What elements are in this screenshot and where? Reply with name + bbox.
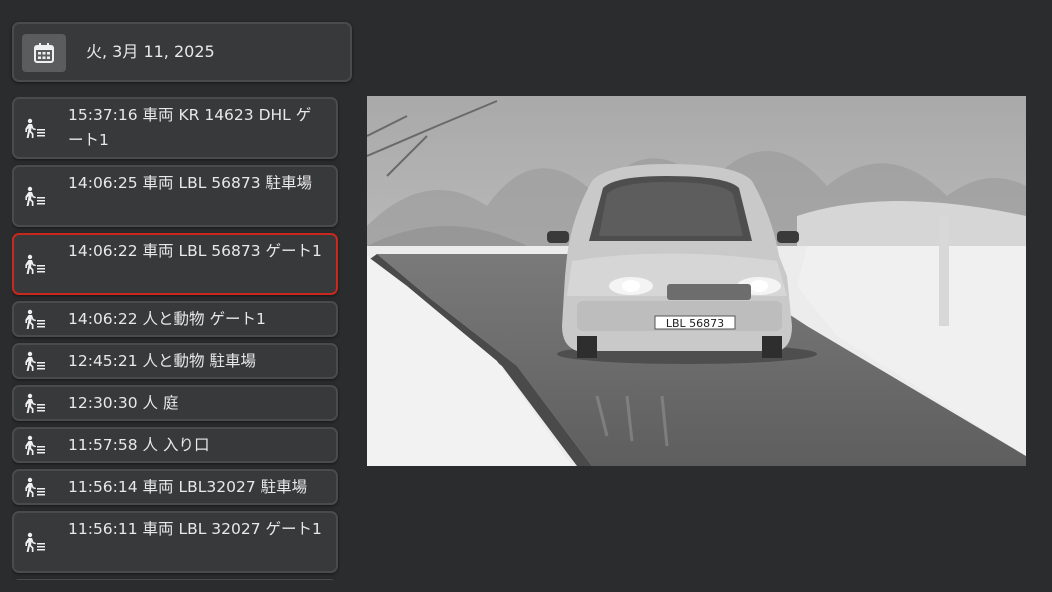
event-list[interactable]: 15:37:16 車両 KR 14623 DHL ゲート1 14:06:25 車… — [12, 97, 340, 580]
event-item-7[interactable]: 11:57:58 人 入り口 — [12, 427, 338, 463]
event-item-5[interactable]: 12:45:21 人と動物 駐車場 — [12, 343, 338, 379]
event-label: 11:56:11 車両 LBL 32027 ゲート1 — [68, 520, 322, 538]
person-motion-icon — [25, 351, 45, 371]
event-label: 14:06:22 人と動物 ゲート1 — [68, 310, 266, 328]
event-item-10-partial[interactable] — [12, 579, 338, 580]
event-label: 14:06:22 車両 LBL 56873 ゲート1 — [68, 242, 322, 260]
calendar-button[interactable] — [22, 34, 66, 72]
event-label: 11:57:58 人 入り口 — [68, 436, 210, 454]
person-motion-icon — [25, 532, 45, 552]
calendar-icon — [34, 43, 54, 63]
event-label: 12:45:21 人と動物 駐車場 — [68, 352, 256, 370]
selected-date: 火, 3月 11, 2025 — [86, 42, 215, 61]
event-snapshot-image: LBL 56873 — [367, 96, 1026, 466]
event-item-2[interactable]: 14:06:25 車両 LBL 56873 駐車場 — [12, 165, 338, 227]
event-label: 15:37:16 車両 KR 14623 DHL ゲート1 — [68, 106, 312, 149]
event-item-9[interactable]: 11:56:11 車両 LBL 32027 ゲート1 — [12, 511, 338, 573]
event-item-3-selected[interactable]: 14:06:22 車両 LBL 56873 ゲート1 — [12, 233, 338, 295]
person-motion-icon — [25, 186, 45, 206]
person-motion-icon — [25, 435, 45, 455]
person-motion-icon — [25, 254, 45, 274]
person-motion-icon — [25, 309, 45, 329]
event-label: 12:30:30 人 庭 — [68, 394, 179, 412]
event-item-6[interactable]: 12:30:30 人 庭 — [12, 385, 338, 421]
license-plate: LBL 56873 — [666, 317, 724, 330]
person-motion-icon — [25, 477, 45, 497]
person-motion-icon — [25, 393, 45, 413]
person-motion-icon — [25, 118, 45, 138]
date-picker-bar[interactable]: 火, 3月 11, 2025 — [12, 22, 352, 82]
event-item-1[interactable]: 15:37:16 車両 KR 14623 DHL ゲート1 — [12, 97, 338, 159]
event-item-4[interactable]: 14:06:22 人と動物 ゲート1 — [12, 301, 338, 337]
event-label: 14:06:25 車両 LBL 56873 駐車場 — [68, 174, 313, 192]
event-item-8[interactable]: 11:56:14 車両 LBL32027 駐車場 — [12, 469, 338, 505]
event-label: 11:56:14 車両 LBL32027 駐車場 — [68, 478, 308, 496]
